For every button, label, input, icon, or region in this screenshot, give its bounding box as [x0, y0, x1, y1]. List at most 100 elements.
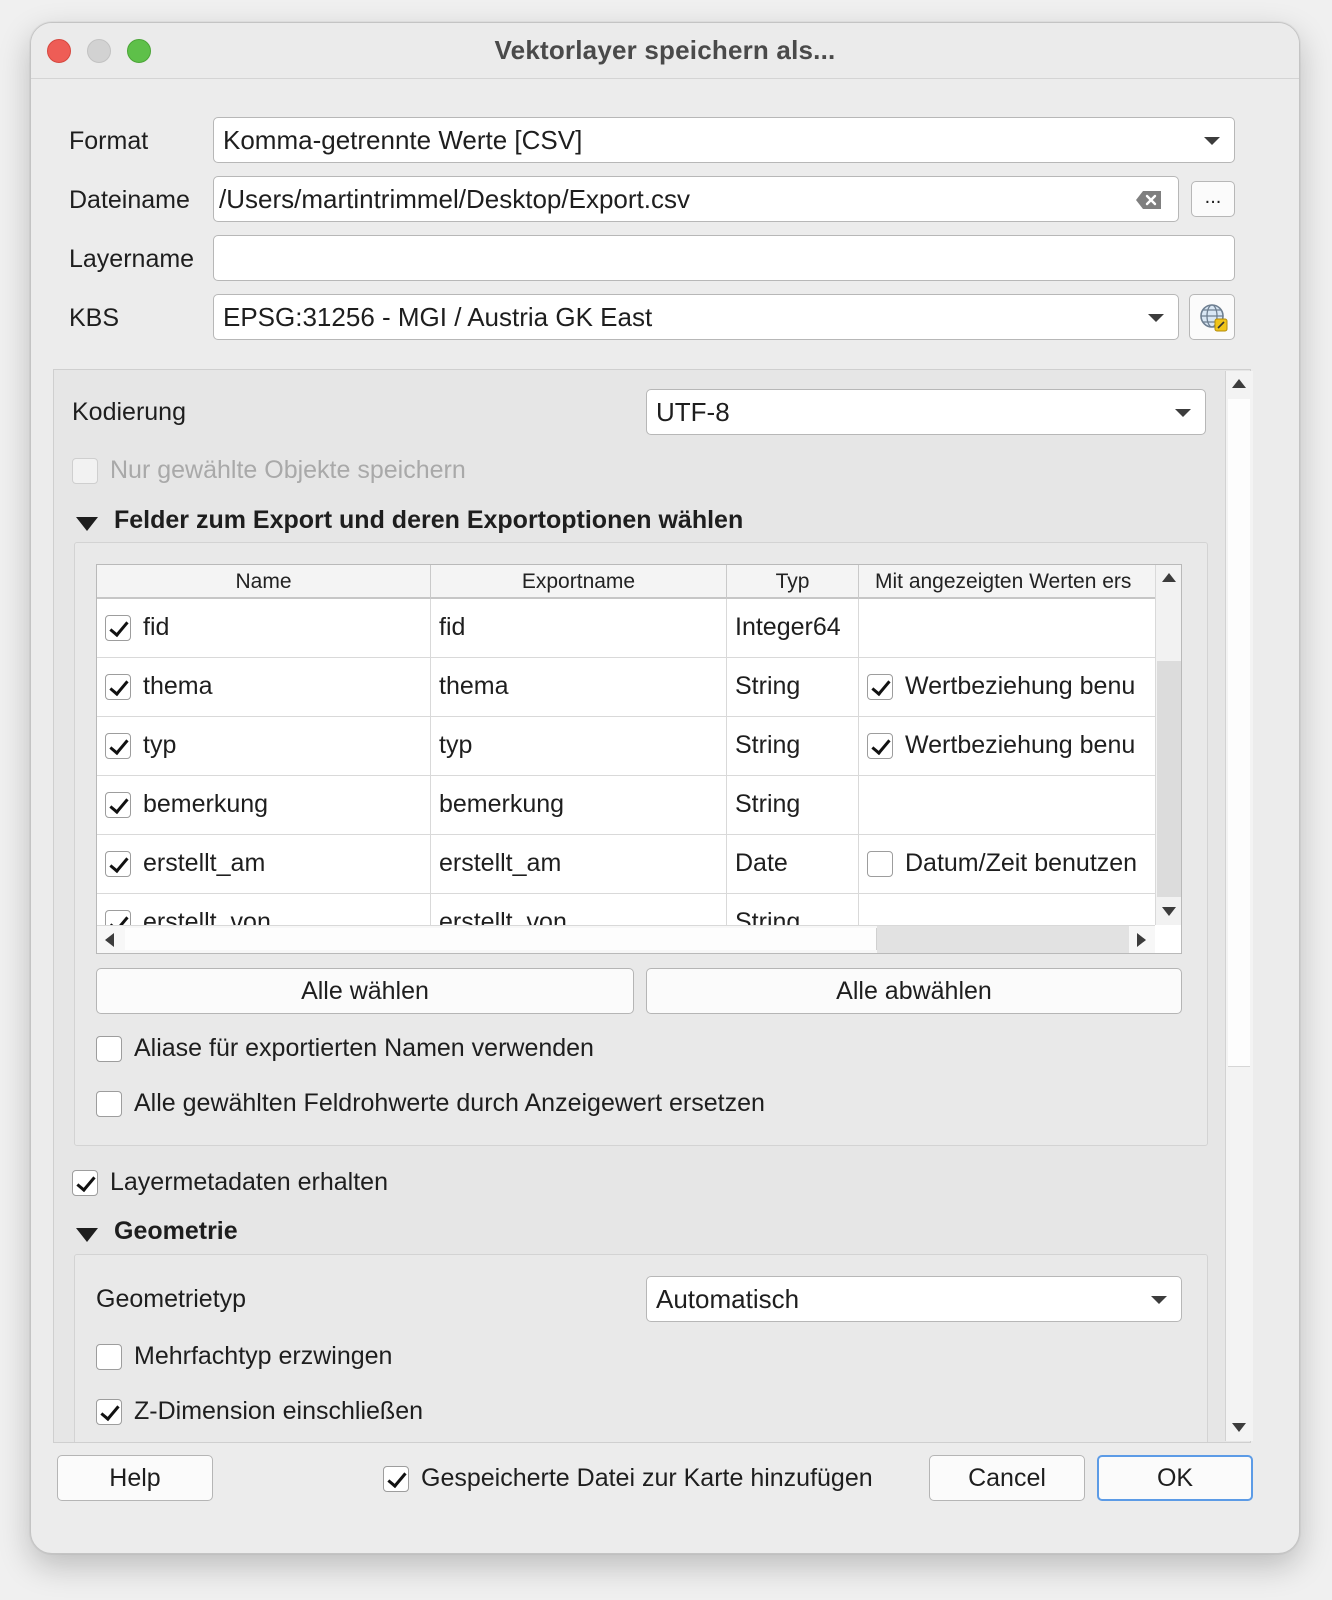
collapse-fields-icon[interactable]	[76, 517, 98, 531]
field-exportname[interactable]: erstellt_am	[431, 835, 727, 894]
field-exportname[interactable]: thema	[431, 658, 727, 717]
field-exportname[interactable]: typ	[431, 717, 727, 776]
add-to-map-checkbox[interactable]	[383, 1466, 409, 1492]
replace-raw-values-checkbox[interactable]	[96, 1091, 122, 1117]
field-type: String	[727, 717, 859, 776]
table-row[interactable]: erstellt_am erstellt_am Date Datum/Zeit …	[97, 835, 1155, 894]
table-row[interactable]: typ typ String Wertbeziehung benu	[97, 717, 1155, 776]
geometry-type-label: Geometrietyp	[96, 1285, 247, 1313]
field-name: erstellt_von	[143, 908, 271, 925]
crs-select[interactable]: EPSG:31256 - MGI / Austria GK East	[213, 294, 1179, 340]
field-exportname[interactable]: erstellt_von	[431, 894, 727, 925]
field-name: typ	[143, 731, 177, 759]
field-type: String	[727, 894, 859, 925]
field-type: Integer64	[727, 599, 859, 658]
scroll-up-icon[interactable]	[1162, 573, 1176, 582]
scroll-left-icon[interactable]	[105, 933, 114, 947]
row-include-checkbox[interactable]	[105, 910, 131, 925]
selected-only-checkbox[interactable]	[72, 458, 98, 484]
column-header-type[interactable]: Typ	[727, 565, 859, 599]
replace-raw-values-label: Alle gewählten Feldrohwerte durch Anzeig…	[134, 1089, 765, 1117]
help-button[interactable]: Help	[57, 1455, 213, 1501]
table-row[interactable]: fid fid Integer64	[97, 599, 1155, 658]
crs-selector-button[interactable]	[1189, 294, 1235, 340]
add-to-map-label: Gespeicherte Datei zur Karte hinzufügen	[421, 1464, 873, 1492]
fields-section-title[interactable]: Felder zum Export und deren Exportoption…	[114, 506, 743, 535]
options-vertical-scroll-thumb[interactable]	[1228, 399, 1250, 1067]
scroll-up-icon[interactable]	[1232, 379, 1246, 388]
field-exportname[interactable]: bemerkung	[431, 776, 727, 835]
row-include-checkbox[interactable]	[105, 792, 131, 818]
browse-file-button[interactable]: ...	[1191, 181, 1235, 217]
field-name: erstellt_am	[143, 849, 266, 877]
table-header: Name Exportname Typ Mit angezeigten Wert…	[97, 565, 1155, 599]
scroll-down-icon[interactable]	[1232, 1423, 1246, 1432]
field-display-option	[859, 599, 1155, 658]
field-type: Date	[727, 835, 859, 894]
layername-input[interactable]	[213, 235, 1235, 281]
ok-button[interactable]: OK	[1097, 1455, 1253, 1501]
save-vector-layer-dialog: Vektorlayer speichern als... Format Komm…	[30, 22, 1300, 1554]
filename-input[interactable]: /Users/martintrimmel/Desktop/Export.csv	[213, 176, 1179, 222]
row-include-checkbox[interactable]	[105, 674, 131, 700]
options-scroll-area[interactable]: Kodierung UTF-8 Nur gewählte Objekte spe…	[53, 369, 1251, 1443]
table-row[interactable]: thema thema String Wertbeziehung benu	[97, 658, 1155, 717]
row-include-checkbox[interactable]	[105, 851, 131, 877]
geometry-section-title[interactable]: Geometrie	[114, 1217, 238, 1246]
use-display-value-checkbox[interactable]	[867, 851, 893, 877]
row-include-checkbox[interactable]	[105, 733, 131, 759]
crs-label: KBS	[69, 304, 120, 332]
scroll-right-icon[interactable]	[1137, 933, 1146, 947]
select-all-button[interactable]: Alle wählen	[96, 968, 634, 1014]
collapse-geometry-icon[interactable]	[76, 1228, 98, 1242]
table-vertical-scrollbar[interactable]	[1155, 565, 1181, 925]
filename-label: Dateiname	[69, 186, 190, 214]
scroll-down-icon[interactable]	[1162, 907, 1176, 916]
format-select[interactable]: Komma-getrennte Werte [CSV]	[213, 117, 1235, 163]
column-header-name[interactable]: Name	[97, 565, 431, 599]
selected-only-label: Nur gewählte Objekte speichern	[110, 456, 466, 484]
use-display-value-checkbox[interactable]	[867, 674, 893, 700]
field-display-option: Datum/Zeit benutzen	[905, 849, 1138, 877]
layername-label: Layername	[69, 245, 195, 273]
field-name: fid	[143, 613, 170, 641]
field-display-option	[859, 894, 1155, 925]
use-aliases-label: Aliase für exportierten Namen verwenden	[134, 1034, 594, 1062]
window-title: Vektorlayer speichern als...	[494, 35, 836, 65]
row-include-checkbox[interactable]	[105, 615, 131, 641]
keep-metadata-label: Layermetadaten erhalten	[110, 1168, 388, 1196]
table-row[interactable]: erstellt_von erstellt_von String	[97, 894, 1155, 925]
format-label: Format	[69, 127, 149, 155]
column-header-display-values[interactable]: Mit angezeigten Werten ers	[859, 565, 1155, 599]
globe-icon	[1199, 303, 1229, 342]
field-exportname[interactable]: fid	[431, 599, 727, 658]
table-horizontal-scroll-track[interactable]	[877, 926, 1129, 953]
use-aliases-checkbox[interactable]	[96, 1036, 122, 1062]
table-horizontal-scrollbar[interactable]	[97, 925, 1155, 953]
fields-table[interactable]: Name Exportname Typ Mit angezeigten Wert…	[96, 564, 1182, 954]
keep-metadata-checkbox[interactable]	[72, 1170, 98, 1196]
deselect-all-button[interactable]: Alle abwählen	[646, 968, 1182, 1014]
field-display-option: Wertbeziehung benu	[905, 672, 1136, 700]
field-type: String	[727, 658, 859, 717]
include-z-label: Z-Dimension einschließen	[134, 1397, 424, 1425]
field-name: bemerkung	[143, 790, 269, 818]
cancel-button[interactable]: Cancel	[929, 1455, 1085, 1501]
clear-filename-icon[interactable]	[1135, 190, 1163, 210]
geometry-type-select[interactable]: Automatisch	[646, 1276, 1182, 1322]
field-display-option: Wertbeziehung benu	[905, 731, 1136, 759]
table-body: fid fid Integer64 thema thema String Wer…	[97, 599, 1155, 925]
title-bar[interactable]: Vektorlayer speichern als...	[31, 23, 1299, 79]
encoding-select[interactable]: UTF-8	[646, 389, 1206, 435]
encoding-label: Kodierung	[72, 398, 186, 426]
options-vertical-scrollbar[interactable]	[1225, 371, 1253, 1441]
include-z-checkbox[interactable]	[96, 1399, 122, 1425]
use-display-value-checkbox[interactable]	[867, 733, 893, 759]
filename-value: /Users/martintrimmel/Desktop/Export.csv	[219, 184, 690, 214]
field-display-option	[859, 776, 1155, 835]
column-header-exportname[interactable]: Exportname	[431, 565, 727, 599]
table-vertical-scroll-thumb[interactable]	[1157, 661, 1181, 897]
force-multi-checkbox[interactable]	[96, 1344, 122, 1370]
table-horizontal-scroll-thumb[interactable]	[125, 928, 877, 950]
table-row[interactable]: bemerkung bemerkung String	[97, 776, 1155, 835]
